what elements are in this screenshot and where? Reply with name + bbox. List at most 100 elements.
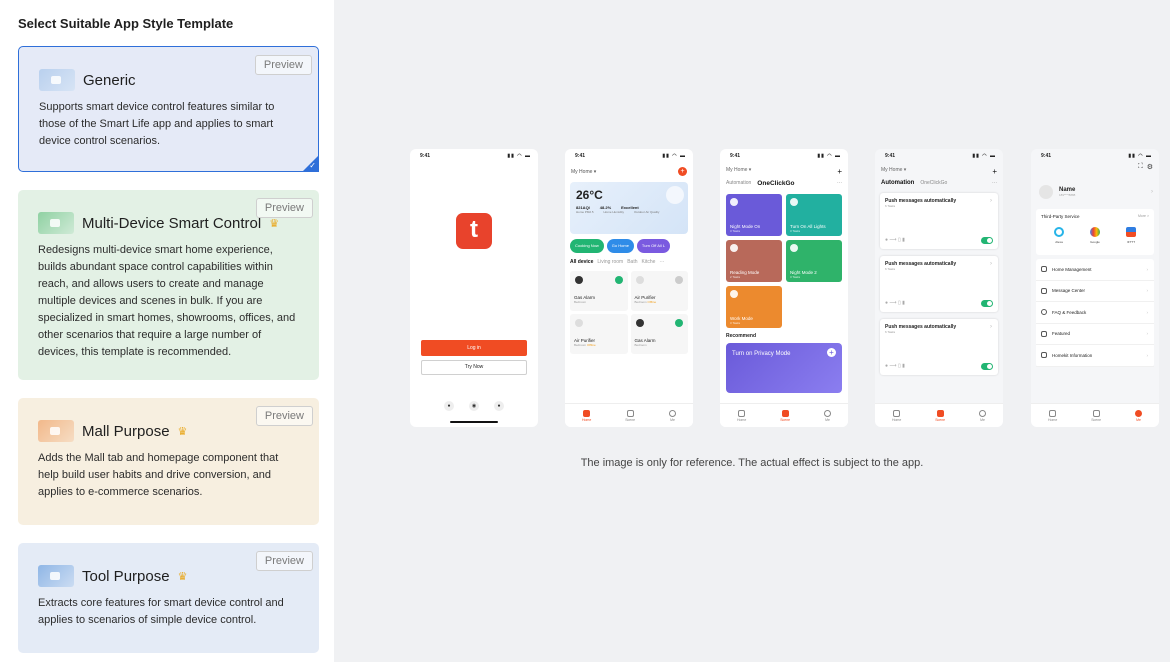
status-time: 9:41 — [420, 153, 431, 159]
room-tab: Bath — [627, 259, 638, 265]
status-bar: 9:41 ▮▮ ◠ ▬ — [1031, 149, 1159, 159]
signal-icon: ▮▮ ◠ ▬ — [662, 153, 686, 159]
stat-label: Home PM2.5 — [576, 210, 594, 214]
service-label: Google — [1090, 240, 1100, 244]
bottom-tab-bar: Home Scene Me — [565, 403, 693, 427]
toggle-switch — [981, 363, 993, 370]
panel-title: Select Suitable App Style Template — [18, 16, 234, 31]
home-selector: My Home ▾ — [881, 167, 907, 173]
device-room: Bedroom — [634, 300, 647, 304]
chevron-right-icon: › — [1146, 352, 1149, 358]
tab-label: Scene — [780, 417, 791, 422]
automation-flow-icons: ● ⟶ ▯ ▮ — [885, 237, 905, 243]
template-description: Extracts core features for smart device … — [38, 597, 284, 626]
try-now-button: Try Now — [421, 360, 527, 375]
menu-item: FAQ & Feedback › — [1036, 302, 1154, 324]
tab-me: Me — [979, 409, 987, 422]
phone-preview-me: 9:41 ▮▮ ◠ ▬ ⛶ ⚙ Name 189****8888 › Third-Pa… — [1031, 149, 1159, 427]
status-time: 9:41 — [575, 153, 586, 159]
menu-label: Message Center — [1052, 288, 1086, 294]
chevron-right-icon: › — [1146, 288, 1149, 294]
menu-item: Featured › — [1036, 324, 1154, 345]
tab-automation: Automation — [726, 180, 752, 186]
chevron-right-icon: › — [1146, 331, 1149, 337]
add-icon: + — [837, 167, 842, 176]
scene-tasks: 3 Tasks — [730, 229, 741, 233]
device-room: Bedroom — [574, 343, 587, 347]
preview-button[interactable]: Preview — [254, 55, 312, 75]
scene-icon — [730, 244, 738, 252]
home-icon — [893, 409, 901, 417]
privacy-banner: + Turn on Privacy Mode — [726, 343, 842, 393]
ifttt-icon — [1126, 227, 1136, 237]
template-card-multi-device[interactable]: Preview Multi-Device Smart Control ♛ Red… — [18, 190, 319, 380]
device-room: Bedroom — [574, 300, 587, 304]
crown-icon: ♛ — [269, 217, 280, 230]
tab-label: Scene — [1091, 417, 1102, 422]
add-icon: + — [678, 167, 687, 176]
offline-label: Offline — [647, 300, 657, 304]
tab-label: Me — [1136, 417, 1141, 422]
automation-tasks: 6 Tasks — [885, 330, 896, 334]
power-icon — [675, 319, 683, 327]
automation-card: › Push messages automatically 6 Tasks ● ⟶ ▯… — [880, 256, 998, 312]
tab-label: Me — [980, 417, 985, 422]
scene-card: Night Mode On 3 Tasks — [726, 194, 782, 236]
status-time: 9:41 — [885, 153, 896, 159]
stat-label: Home Humidity — [603, 210, 625, 214]
home-indicator — [450, 421, 498, 423]
device-card: Air Purifier Bedroom Offline — [570, 314, 628, 354]
tab-oneclickgo: OneClickGo — [757, 180, 795, 187]
template-card-tool[interactable]: Preview Tool Purpose ♛ Extracts core fea… — [18, 543, 319, 653]
banner-title: Turn on Privacy Mode — [732, 351, 791, 357]
chevron-right-icon: › — [990, 324, 992, 330]
login-button: Log in — [421, 340, 527, 356]
template-card-generic[interactable]: Preview Generic Supports smart device co… — [18, 46, 319, 172]
weather-card: 26°C 821AQI 48.2% Excellent Home PM2.5 H… — [570, 182, 688, 234]
check-icon: ✓ — [309, 161, 316, 170]
tab-home: Home — [892, 409, 901, 422]
power-icon — [675, 276, 683, 284]
scene-chip: Turn Off All L — [636, 239, 671, 253]
chevron-right-icon: › — [990, 261, 992, 267]
tab-home: Home — [736, 409, 747, 422]
scene-tasks: 2 Tasks — [730, 275, 741, 279]
device-card: Air Purifier Bedroom Offline — [630, 271, 688, 311]
service-alexa: Alexa — [1054, 227, 1064, 244]
profile-number: 189****8888 — [1059, 193, 1076, 197]
device-icon — [575, 319, 583, 327]
scene-card: Turn On All Lights 3 Tasks — [786, 194, 842, 236]
me-icon — [824, 409, 832, 417]
tab-home: Home — [582, 409, 591, 422]
device-icon — [635, 319, 644, 327]
preview-button[interactable]: Preview — [255, 406, 313, 426]
service-label: IFTTT — [1126, 240, 1136, 244]
scene-tasks: 3 Tasks — [790, 275, 801, 279]
tab-label: Home — [736, 417, 747, 422]
status-bar: 9:41 ▮▮ ◠ ▬ — [720, 149, 848, 159]
chevron-right-icon: › — [1146, 266, 1149, 272]
template-card-mall[interactable]: Preview Mall Purpose ♛ Adds the Mall tab… — [18, 398, 319, 525]
settings-icon: ⚙ — [1146, 164, 1153, 171]
template-description: Adds the Mall tab and homepage component… — [38, 452, 279, 498]
tab-oneclickgo: OneClickGo — [920, 180, 948, 186]
phone-preview-scene: 9:41 ▮▮ ◠ ▬ My Home ▾ + Automation OneClic… — [720, 149, 848, 427]
preview-button[interactable]: Preview — [255, 198, 313, 218]
google-icon — [1090, 227, 1100, 237]
menu-item: Homekit Information › — [1036, 345, 1154, 367]
room-tab: Living room — [597, 259, 624, 265]
preview-button[interactable]: Preview — [255, 551, 313, 571]
automation-tasks: 6 Tasks — [885, 204, 896, 208]
device-icon — [575, 276, 583, 284]
more-icon: ··· — [837, 180, 842, 186]
menu-label: Featured — [1052, 331, 1071, 337]
chevron-right-icon: › — [990, 198, 992, 204]
scene-tasks: 3 Tasks — [730, 321, 741, 325]
tab-label: Scene — [935, 417, 946, 422]
menu-label: FAQ & Feedback — [1052, 309, 1087, 315]
automation-flow-icons: ● ⟶ ▯ ▮ — [885, 363, 905, 369]
chevron-right-icon: › — [1151, 189, 1153, 195]
stat-label: Outdoor Air Quality — [634, 210, 660, 214]
tab-scene: Scene — [780, 409, 791, 422]
tab-scene: Scene — [935, 409, 946, 422]
